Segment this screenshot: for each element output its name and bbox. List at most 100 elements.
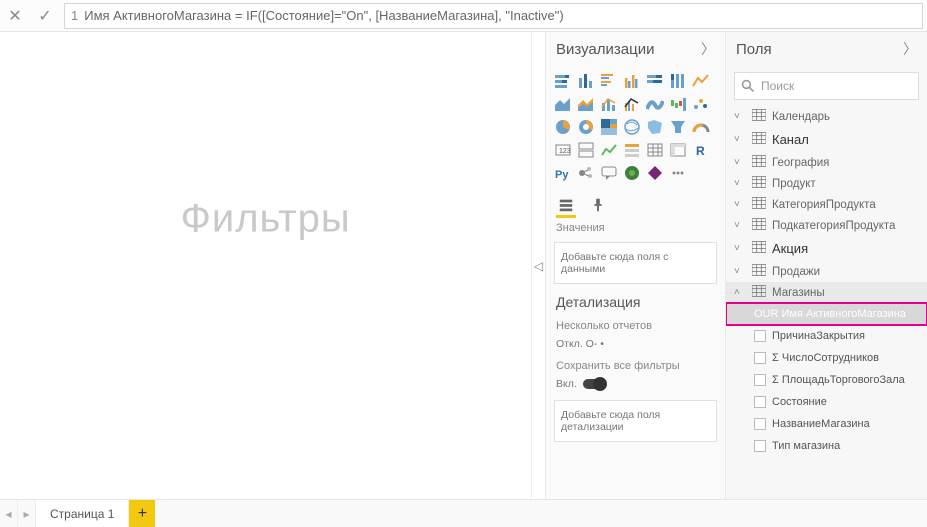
- viz-clustered-bar-icon[interactable]: [598, 70, 620, 92]
- chevron-down-icon: ˅: [734, 157, 746, 168]
- viz-kpi-icon[interactable]: [598, 139, 620, 161]
- chevron-down-icon: ˅: [734, 220, 746, 231]
- viz-combo2-icon[interactable]: [621, 93, 643, 115]
- viz-donut-icon[interactable]: [575, 116, 597, 138]
- accept-formula-button[interactable]: ✓: [30, 1, 60, 31]
- viz-pane-title: Визуализации: [556, 41, 654, 58]
- report-canvas[interactable]: Фильтры: [0, 32, 531, 499]
- table-row[interactable]: ˅Канал: [726, 127, 927, 152]
- table-row[interactable]: ˅ География: [726, 152, 927, 173]
- table-row[interactable]: ˅КатегорияПродукта: [726, 194, 927, 215]
- viz-scatter-icon[interactable]: [690, 93, 712, 115]
- field-checkbox[interactable]: [754, 440, 766, 452]
- table-row[interactable]: ˅ Календарь: [726, 106, 927, 127]
- keep-filters-toggle[interactable]: [583, 379, 605, 389]
- formula-text: Имя АктивногоМагазина = IF([Состояние]="…: [84, 8, 563, 23]
- viz-100stacked-column-icon[interactable]: [667, 70, 689, 92]
- viz-r-icon[interactable]: R: [690, 139, 712, 161]
- field-item[interactable]: Σ ПлощадьТорговогоЗала: [726, 369, 927, 391]
- viz-stacked-area-icon[interactable]: [575, 93, 597, 115]
- chevron-down-icon: ˅: [734, 111, 746, 122]
- field-label: OUR Имя АктивногоМагазина: [754, 308, 906, 320]
- table-icon: [752, 176, 766, 191]
- viz-python-icon[interactable]: Py: [552, 162, 574, 184]
- fields-pane-title: Поля: [736, 41, 772, 58]
- table-icon: [752, 285, 766, 300]
- viz-custom-import-icon[interactable]: [667, 162, 689, 184]
- viz-waterfall-icon[interactable]: [667, 93, 689, 115]
- viz-line-icon[interactable]: [690, 70, 712, 92]
- viz-tab-format[interactable]: [588, 194, 608, 218]
- drillthrough-field-well[interactable]: Добавьте сюда поля детализации: [554, 400, 717, 442]
- field-checkbox[interactable]: [754, 396, 766, 408]
- field-item[interactable]: НазваниеМагазина: [726, 413, 927, 435]
- viz-qa-icon[interactable]: [598, 162, 620, 184]
- field-checkbox[interactable]: [754, 352, 766, 364]
- viz-slicer-icon[interactable]: [621, 139, 643, 161]
- keep-filters-state: Вкл.: [556, 378, 577, 390]
- fields-pane: Поля 〉 Поиск ˅Календарь˅Канал˅География˅…: [725, 32, 927, 499]
- viz-gauge-icon[interactable]: [690, 116, 712, 138]
- add-page-button[interactable]: +: [129, 500, 155, 527]
- viz-stacked-column-icon[interactable]: [575, 70, 597, 92]
- table-name: Календарь: [772, 111, 830, 123]
- viz-table-icon[interactable]: [644, 139, 666, 161]
- viz-key-influencers-icon[interactable]: [575, 162, 597, 184]
- table-row[interactable]: ˄ Магазины: [726, 282, 927, 303]
- viz-matrix-icon[interactable]: [667, 139, 689, 161]
- viz-100stacked-bar-icon[interactable]: [644, 70, 666, 92]
- filters-pane-collapse[interactable]: ◁: [531, 32, 545, 499]
- cancel-formula-button[interactable]: ✕: [0, 1, 30, 31]
- table-row[interactable]: ˅Акция: [726, 236, 927, 261]
- page-tab-1[interactable]: Страница 1: [36, 500, 129, 527]
- table-row[interactable]: ˅Продажи: [726, 261, 927, 282]
- table-name: Продукт: [772, 178, 816, 190]
- viz-ribbon-icon[interactable]: [644, 93, 666, 115]
- viz-treemap-icon[interactable]: [598, 116, 620, 138]
- viz-stacked-bar-icon[interactable]: [552, 70, 574, 92]
- field-item[interactable]: Тип магазина: [726, 435, 927, 457]
- values-field-well[interactable]: Добавьте сюда поля с данными: [554, 242, 717, 284]
- viz-card-icon[interactable]: 123: [552, 139, 574, 161]
- viz-pane-collapse-icon[interactable]: 〉: [701, 39, 715, 59]
- field-checkbox[interactable]: [754, 374, 766, 386]
- field-item[interactable]: Состояние: [726, 391, 927, 413]
- field-label: Σ ЧислоСотрудников: [772, 352, 879, 364]
- field-checkbox[interactable]: [754, 418, 766, 430]
- fields-search-input[interactable]: Поиск: [734, 72, 919, 100]
- table-name: Акция: [772, 241, 808, 256]
- viz-arcgis-icon[interactable]: [621, 162, 643, 184]
- viz-clustered-column-icon[interactable]: [621, 70, 643, 92]
- formula-bar[interactable]: 1 Имя АктивногоМагазина = IF([Состояние]…: [64, 3, 923, 29]
- viz-funnel-icon[interactable]: [667, 116, 689, 138]
- chevron-down-icon: ˅: [734, 199, 746, 210]
- viz-area-icon[interactable]: [552, 93, 574, 115]
- viz-powerapps-icon[interactable]: [644, 162, 666, 184]
- field-label: Состояние: [772, 396, 827, 408]
- visualizations-pane: Визуализации 〉 123: [545, 32, 725, 499]
- field-checkbox[interactable]: [754, 330, 766, 342]
- tab-nav-next[interactable]: ▸: [18, 500, 36, 527]
- svg-text:R: R: [696, 144, 705, 158]
- chevron-up-icon: ˄: [734, 287, 746, 298]
- fields-pane-collapse-icon[interactable]: 〉: [903, 39, 917, 59]
- field-item[interactable]: Σ ЧислоСотрудников: [726, 347, 927, 369]
- table-name: Магазины: [772, 287, 825, 299]
- table-row[interactable]: ˅ПодкатегорияПродукта: [726, 215, 927, 236]
- viz-tab-fields[interactable]: [556, 194, 576, 218]
- viz-filled-map-icon[interactable]: [644, 116, 666, 138]
- table-row[interactable]: ˅Продукт: [726, 173, 927, 194]
- field-item-selected[interactable]: OUR Имя АктивногоМагазина: [726, 303, 927, 325]
- viz-multirow-card-icon[interactable]: [575, 139, 597, 161]
- viz-combo1-icon[interactable]: [598, 93, 620, 115]
- viz-pie-icon[interactable]: [552, 116, 574, 138]
- field-item[interactable]: ПричинаЗакрытия: [726, 325, 927, 347]
- cross-report-state: Откл. О- •: [556, 338, 604, 350]
- table-name: География: [772, 157, 829, 169]
- viz-map-icon[interactable]: [621, 116, 643, 138]
- tab-nav-prev[interactable]: ◂: [0, 500, 18, 527]
- table-name: Продажи: [772, 266, 820, 278]
- table-icon: [752, 218, 766, 233]
- page-tabs-bar: ◂ ▸ Страница 1 +: [0, 499, 927, 527]
- search-placeholder: Поиск: [761, 79, 794, 93]
